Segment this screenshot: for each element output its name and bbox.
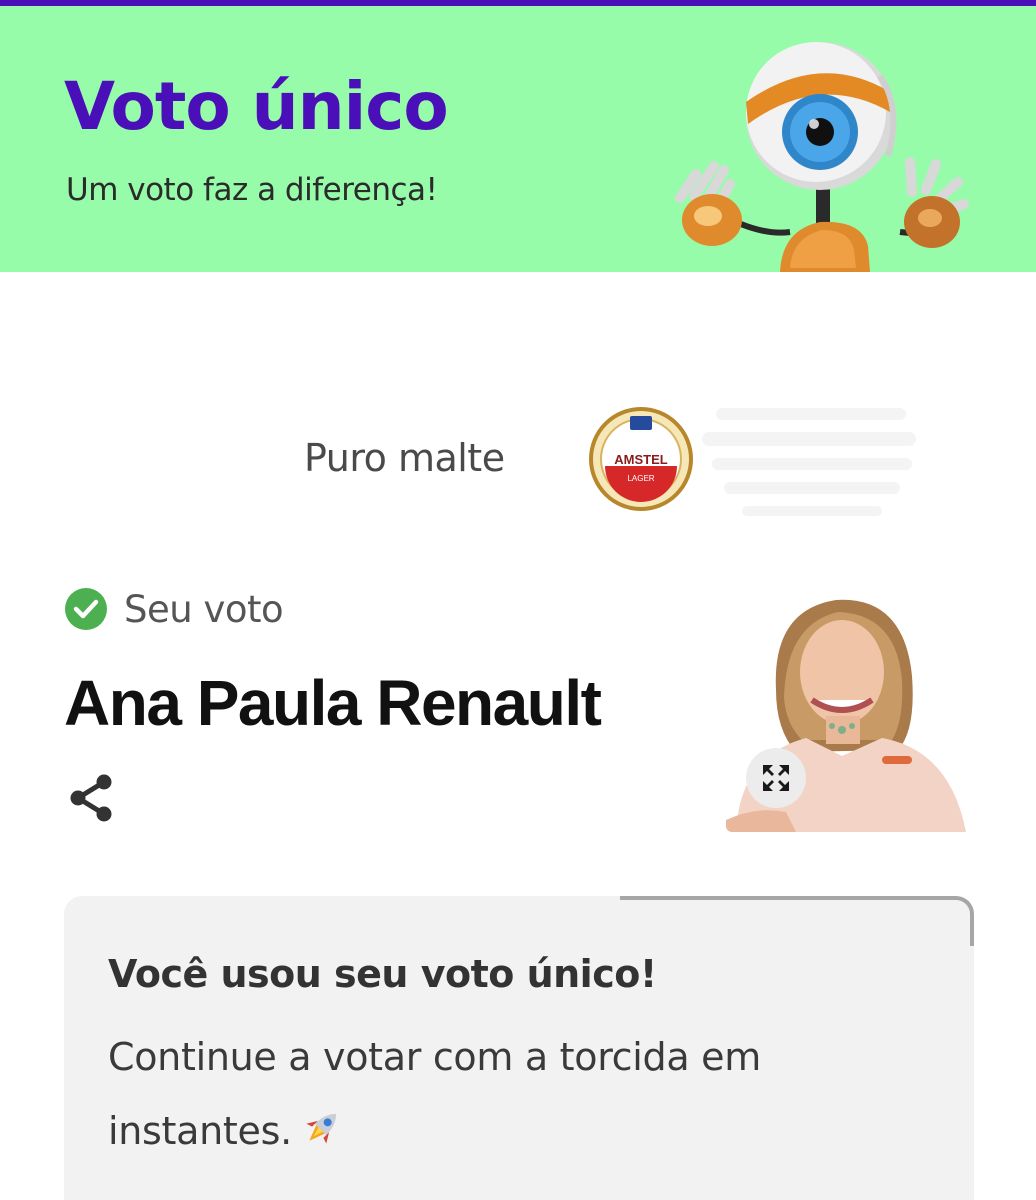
notice-card-border-accent xyxy=(620,896,974,946)
big-brother-eye-mascot-icon xyxy=(675,42,969,272)
notice-body: Continue a votar com a torcida em instan… xyxy=(108,1020,888,1168)
page: Voto único Um voto faz a diferença! Puro… xyxy=(0,0,1036,1200)
sponsor-tagline: Puro malte xyxy=(304,436,505,480)
expand-photo-button[interactable] xyxy=(746,748,806,808)
check-circle-icon xyxy=(65,588,107,630)
sponsor-section: Puro malte AMSTEL LAGER xyxy=(0,392,1036,532)
amstel-logo-subtext: LAGER xyxy=(627,474,654,483)
expand-icon xyxy=(763,765,789,791)
page-title: Voto único xyxy=(64,68,449,145)
notice-body-text: Continue a votar com a torcida em instan… xyxy=(108,1035,761,1153)
notice-title: Você usou seu voto único! xyxy=(108,952,657,996)
rocket-icon xyxy=(306,1113,337,1144)
sponsor-watermark xyxy=(702,408,916,516)
page-subtitle: Um voto faz a diferença! xyxy=(66,172,438,208)
vote-status-label: Seu voto xyxy=(124,587,284,631)
vote-status: Seu voto xyxy=(64,585,284,633)
amstel-logo-text: AMSTEL xyxy=(614,452,668,467)
candidate-name: Ana Paula Renault xyxy=(64,667,602,739)
amstel-logo-icon: AMSTEL LAGER xyxy=(589,407,693,511)
header-banner: Voto único Um voto faz a diferença! xyxy=(0,6,1036,272)
share-icon[interactable] xyxy=(66,772,118,824)
